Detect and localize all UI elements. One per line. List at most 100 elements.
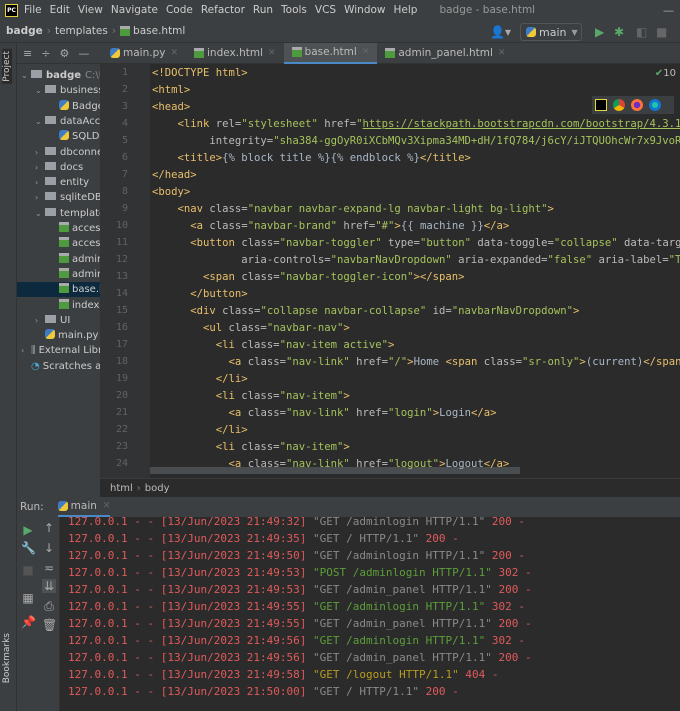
tab-admin-panel-html[interactable]: admin_panel.html ✕ — [377, 43, 513, 64]
pycharm-browser-icon[interactable] — [595, 99, 607, 111]
close-icon[interactable]: ✕ — [268, 48, 276, 58]
tab-index-html[interactable]: index.html ✕ — [186, 43, 284, 64]
log-status: 302 - — [491, 566, 532, 579]
firefox-icon[interactable] — [631, 99, 643, 111]
tree-item[interactable]: Badge — [49, 99, 100, 114]
log-prefix: 127.0.0.1 - - [13/Jun/2023 21:49:50] — [68, 549, 314, 562]
inspection-check-icon[interactable]: ✔10 — [655, 68, 676, 79]
stop-icon[interactable]: ■ — [21, 563, 35, 577]
user-icon[interactable]: 👤▾ — [490, 25, 511, 39]
soft-wrap-icon[interactable]: ≂ — [42, 561, 56, 575]
chrome-icon[interactable] — [613, 99, 625, 111]
code-token: "navbar navbar-expand-lg navbar-light bg… — [247, 203, 548, 215]
tree-item[interactable]: › sqliteDB — [35, 190, 100, 205]
minimize-icon[interactable]: — — [663, 4, 674, 17]
chevron-down-icon[interactable]: ⌄ — [21, 68, 31, 83]
menu-run[interactable]: Run — [253, 4, 273, 16]
code-token: <li — [215, 441, 242, 453]
tree-item[interactable]: ⌄ badgeC:\Us — [21, 68, 100, 83]
chevron-down-icon[interactable]: ⌄ — [35, 83, 45, 98]
breadcrumb-file[interactable]: base.html — [133, 25, 185, 37]
chevron-right-icon[interactable]: › — [35, 175, 45, 190]
menu-bar: PC File Edit View Navigate Code Refactor Run To… — [0, 0, 680, 20]
expand-all-icon[interactable]: ≡ — [23, 47, 32, 60]
run-panel-header: Run: main ✕ — [17, 497, 680, 517]
trash-icon[interactable]: 🗑 — [42, 618, 57, 632]
code-line: <title>{% block title %}{% endblock %}</… — [152, 150, 471, 167]
gear-icon[interactable]: ⚙ — [59, 47, 69, 60]
coverage-icon[interactable]: ◧ — [636, 25, 647, 39]
chevron-right-icon: › — [21, 346, 25, 356]
run-config-select[interactable]: main ▼ — [520, 23, 582, 41]
rerun-icon[interactable]: ▶ — [21, 523, 35, 537]
debug-icon[interactable]: ✱ — [614, 25, 624, 39]
breadcrumb-templates[interactable]: templates — [55, 25, 108, 37]
layout-icon[interactable]: ▦ — [21, 591, 35, 605]
tree-item[interactable]: › UI — [35, 313, 70, 328]
stop-icon[interactable]: ■ — [656, 25, 667, 39]
pin-icon[interactable]: 📌 — [21, 615, 36, 629]
tree-item[interactable]: › docs — [35, 160, 83, 175]
code-editor[interactable]: ✔10 <!DOCTYPE html> <html> <head> <link re… — [150, 64, 680, 478]
chevron-right-icon[interactable]: › — [35, 190, 45, 205]
breadcrumb-badge[interactable]: badge — [6, 25, 43, 37]
hide-icon[interactable]: — — [78, 47, 89, 60]
wrench-icon[interactable]: 🔧 — [21, 541, 36, 555]
tree-item[interactable]: index. — [49, 298, 100, 313]
menu-tools[interactable]: Tools — [281, 4, 307, 16]
tree-item[interactable]: › entity — [35, 175, 89, 190]
chevron-down-icon[interactable]: ⌄ — [35, 206, 45, 221]
breadcrumb-html[interactable]: html — [110, 483, 133, 494]
tree-item[interactable]: ⌄ business — [35, 83, 100, 98]
scroll-to-end-icon[interactable]: ⇊ — [42, 579, 56, 593]
run-tab-main[interactable]: main ✕ — [57, 497, 111, 517]
close-icon[interactable]: ✕ — [103, 501, 111, 511]
arrow-down-icon[interactable]: ↓ — [42, 541, 56, 555]
edge-icon[interactable] — [649, 99, 661, 111]
tab-main-py[interactable]: main.py ✕ — [102, 43, 186, 64]
bookmarks-tool-button[interactable]: Bookmarks — [2, 633, 12, 683]
project-tool-button[interactable]: Project — [2, 49, 12, 84]
log-request: "GET /logout HTTP/1.1" — [313, 668, 459, 681]
tree-item[interactable]: › dbconnec — [35, 145, 100, 160]
chevron-down-icon[interactable]: ⌄ — [35, 114, 45, 129]
breadcrumb-body[interactable]: body — [145, 483, 170, 494]
menu-navigate[interactable]: Navigate — [111, 4, 158, 16]
code-token: integrity= — [209, 135, 274, 147]
tree-item[interactable]: admin — [49, 252, 100, 267]
tree-item[interactable]: SQLDa — [49, 129, 100, 144]
close-icon[interactable]: ✕ — [498, 48, 506, 58]
print-icon[interactable]: ⎙ — [42, 599, 56, 614]
menu-file[interactable]: File — [24, 4, 42, 16]
chevron-right-icon[interactable]: › — [35, 160, 45, 175]
tree-item[interactable]: › ⫼External Libra — [21, 343, 100, 358]
tree-item[interactable]: ⌄ dataAcces — [35, 114, 100, 129]
log-request: "GET /adminlogin HTTP/1.1" — [313, 517, 486, 528]
close-icon[interactable]: ✕ — [170, 48, 178, 58]
tree-item[interactable]: ◔Scratches and — [21, 359, 100, 374]
menu-code[interactable]: Code — [166, 4, 193, 16]
tree-item[interactable]: main.py — [35, 328, 98, 343]
tree-item[interactable]: admin — [49, 267, 100, 282]
tree-item[interactable]: ⌄ templates — [35, 206, 100, 221]
menu-help[interactable]: Help — [394, 4, 418, 16]
run-icon[interactable]: ▶ — [595, 25, 604, 39]
log-line: 127.0.0.1 - - [13/Jun/2023 21:49:32] "GE… — [68, 517, 525, 530]
run-console[interactable]: 127.0.0.1 - - [13/Jun/2023 21:49:32] "GE… — [60, 517, 680, 711]
collapse-all-icon[interactable]: ÷ — [41, 47, 50, 60]
menu-window[interactable]: Window — [344, 4, 385, 16]
close-icon[interactable]: ✕ — [362, 47, 370, 57]
tree-item[interactable]: access — [49, 221, 100, 236]
arrow-up-icon[interactable]: ↑ — [42, 521, 56, 535]
menu-view[interactable]: View — [78, 4, 103, 16]
tab-base-html[interactable]: base.html ✕ — [283, 42, 378, 64]
tree-item[interactable]: base.h — [17, 282, 100, 298]
chevron-right-icon[interactable]: › — [35, 313, 45, 328]
tree-item[interactable]: access — [49, 236, 100, 251]
run-config-label: main — [539, 25, 567, 39]
menu-vcs[interactable]: VCS — [315, 4, 336, 16]
menu-edit[interactable]: Edit — [50, 4, 70, 16]
menu-refactor[interactable]: Refactor — [201, 4, 245, 16]
chevron-right-icon[interactable]: › — [35, 145, 45, 160]
